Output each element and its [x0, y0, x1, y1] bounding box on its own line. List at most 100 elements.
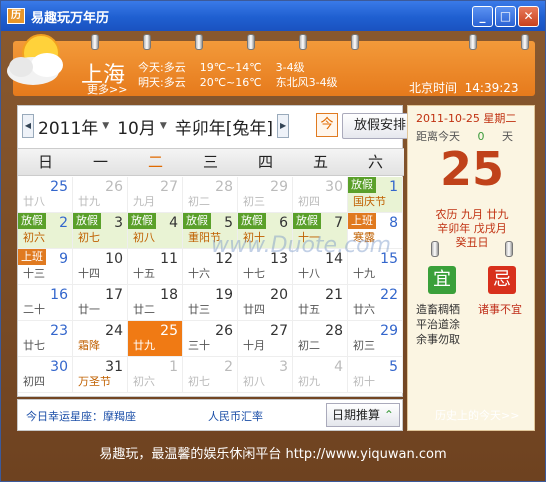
- day-cell[interactable]: 21 廿五: [293, 285, 348, 321]
- maximize-button[interactable]: □: [495, 6, 516, 27]
- lunar-label: 廿一: [78, 303, 100, 316]
- lunar-label: 十四: [78, 267, 100, 280]
- big-day-number: 25: [439, 142, 504, 196]
- more-weather-link[interactable]: 更多>>: [87, 81, 127, 97]
- day-cell[interactable]: 17 廿一: [73, 285, 128, 321]
- title-bar: 历 易趣玩万年历 _ □ ✕: [1, 1, 545, 31]
- day-cell[interactable]: 20 廿四: [238, 285, 293, 321]
- day-cell[interactable]: 放假 1 国庆节: [348, 177, 403, 213]
- ji-item: 诸事不宜: [478, 303, 522, 316]
- month-nav: ◀ 2011年 ▼ 10月 ▼ 辛卯年[兔年] ▶: [22, 112, 290, 140]
- lunar-label: 十三: [23, 267, 45, 280]
- chevron-down-icon[interactable]: ▼: [102, 121, 109, 131]
- chevron-down-icon[interactable]: ▼: [160, 121, 167, 131]
- ganzhi-day: 癸丑日: [455, 236, 489, 249]
- day-cell[interactable]: 29 初三: [348, 321, 403, 357]
- day-number: 22: [380, 287, 398, 303]
- day-cell[interactable]: 16 二十: [18, 285, 73, 321]
- lunar-label: 十六: [188, 267, 210, 280]
- lunar-label: 廿六: [353, 303, 375, 316]
- day-cell[interactable]: 23 廿七: [18, 321, 73, 357]
- history-today-link[interactable]: 历史上的今天>>: [435, 407, 519, 423]
- day-cell[interactable]: 27 九月: [128, 177, 183, 213]
- day-number: 2: [59, 215, 68, 231]
- day-cell[interactable]: 2 初七: [183, 357, 238, 393]
- day-cell[interactable]: 28 初二: [183, 177, 238, 213]
- day-detail-panel: 2011-10-25 星期二 距离今天 0 天 25 农历 九月 廿九 辛卯年 …: [407, 105, 535, 431]
- detail-date: 2011-10-25 星期二: [416, 112, 517, 125]
- day-cell[interactable]: 放假 4 初八: [128, 213, 183, 249]
- day-cell[interactable]: 30 初四: [293, 177, 348, 213]
- day-cell[interactable]: 4 初九: [293, 357, 348, 393]
- beijing-time: 北京时间 14:39:23: [409, 81, 519, 95]
- ji-list: 诸事不宜: [478, 302, 522, 317]
- day-number: 18: [160, 287, 178, 303]
- month-select[interactable]: 10月: [117, 114, 156, 139]
- lunar-label: 初十: [353, 375, 375, 388]
- binder-ring-icon: [143, 34, 151, 50]
- lunar-label: 九月: [133, 195, 155, 208]
- lunar-label: 初二: [298, 339, 320, 352]
- binder-ring-icon: [247, 34, 255, 50]
- lunar-label: 十八: [298, 267, 320, 280]
- lunar-label: 国庆节: [353, 195, 386, 208]
- day-cell[interactable]: 上班 9 十三: [18, 249, 73, 285]
- day-cell[interactable]: 10 十四: [73, 249, 128, 285]
- lunar-label: 三十: [188, 339, 210, 352]
- date-calc-button[interactable]: 日期推算 ⌃: [326, 403, 400, 427]
- prev-month-button[interactable]: ◀: [22, 114, 34, 138]
- lunar-label: 十月: [243, 339, 265, 352]
- day-cell[interactable]: 30 初四: [18, 357, 73, 393]
- lunar-label: 廿九: [78, 195, 100, 208]
- lunar-label: 廿四: [243, 303, 265, 316]
- footer-banner[interactable]: 易趣玩，最温馨的娱乐休闲平台 http://www.yiquwan.com: [1, 441, 545, 469]
- day-cell[interactable]: 27 十月: [238, 321, 293, 357]
- day-cell[interactable]: 22 廿六: [348, 285, 403, 321]
- day-cell[interactable]: 放假 3 初七: [73, 213, 128, 249]
- today-button[interactable]: 今: [316, 113, 338, 137]
- binder-ring-icon: [505, 241, 513, 257]
- day-cell[interactable]: 28 初二: [293, 321, 348, 357]
- day-cell[interactable]: 31 万圣节: [73, 357, 128, 393]
- minimize-button[interactable]: _: [472, 6, 493, 27]
- yi-item: 造畜稠牺: [416, 303, 460, 316]
- app-window: 历 易趣玩万年历 _ □ ✕ 上海 更多>> 今天:多云 19℃~14℃ 3-4…: [0, 0, 546, 482]
- chevron-up-icon: ⌃: [383, 408, 394, 422]
- lunar-label: 初九: [298, 375, 320, 388]
- day-number: 27: [270, 323, 288, 339]
- day-cell[interactable]: 19 廿三: [183, 285, 238, 321]
- day-number: 30: [325, 179, 343, 195]
- lunar-label: 十五: [133, 267, 155, 280]
- day-cell[interactable]: 放假 2 初六: [18, 213, 73, 249]
- binder-ring-icon: [431, 241, 439, 257]
- day-cell[interactable]: 18 廿二: [128, 285, 183, 321]
- day-cell[interactable]: 3 初八: [238, 357, 293, 393]
- day-cell[interactable]: 26 三十: [183, 321, 238, 357]
- day-number: 2: [224, 359, 233, 375]
- day-cell[interactable]: 24 霜降: [73, 321, 128, 357]
- watermark: www.Duote.com: [211, 233, 392, 258]
- exchange-rate-link[interactable]: 人民币汇率: [208, 408, 263, 424]
- weekday-label: 五: [312, 153, 328, 171]
- holiday-badge: 放假: [18, 213, 46, 229]
- day-cell[interactable]: 1 初六: [128, 357, 183, 393]
- day-number: 6: [279, 215, 288, 231]
- lunar-label: 廿二: [133, 303, 155, 316]
- lunar-label: 二十: [23, 303, 45, 316]
- yi-list: 造畜稠牺 平治道涂 余事勿取: [416, 302, 460, 347]
- yi-item: 平治道涂: [416, 318, 460, 331]
- day-number: 5: [224, 215, 233, 231]
- year-select[interactable]: 2011年: [38, 114, 98, 139]
- next-month-button[interactable]: ▶: [277, 114, 290, 138]
- lunar-label: 初二: [188, 195, 210, 208]
- day-cell[interactable]: 29 初三: [238, 177, 293, 213]
- binder-ring-icon: [521, 34, 529, 50]
- lucky-sign-link[interactable]: 今日幸运星座：摩羯座: [26, 408, 136, 424]
- day-cell[interactable]: 26 廿九: [73, 177, 128, 213]
- day-cell[interactable]: 11 十五: [128, 249, 183, 285]
- day-cell[interactable]: 25 廿八: [18, 177, 73, 213]
- day-cell[interactable]: 5 初十: [348, 357, 403, 393]
- day-cell[interactable]: 25 廿九: [128, 321, 183, 357]
- close-button[interactable]: ✕: [518, 6, 539, 27]
- weekday-label: 四: [257, 153, 273, 171]
